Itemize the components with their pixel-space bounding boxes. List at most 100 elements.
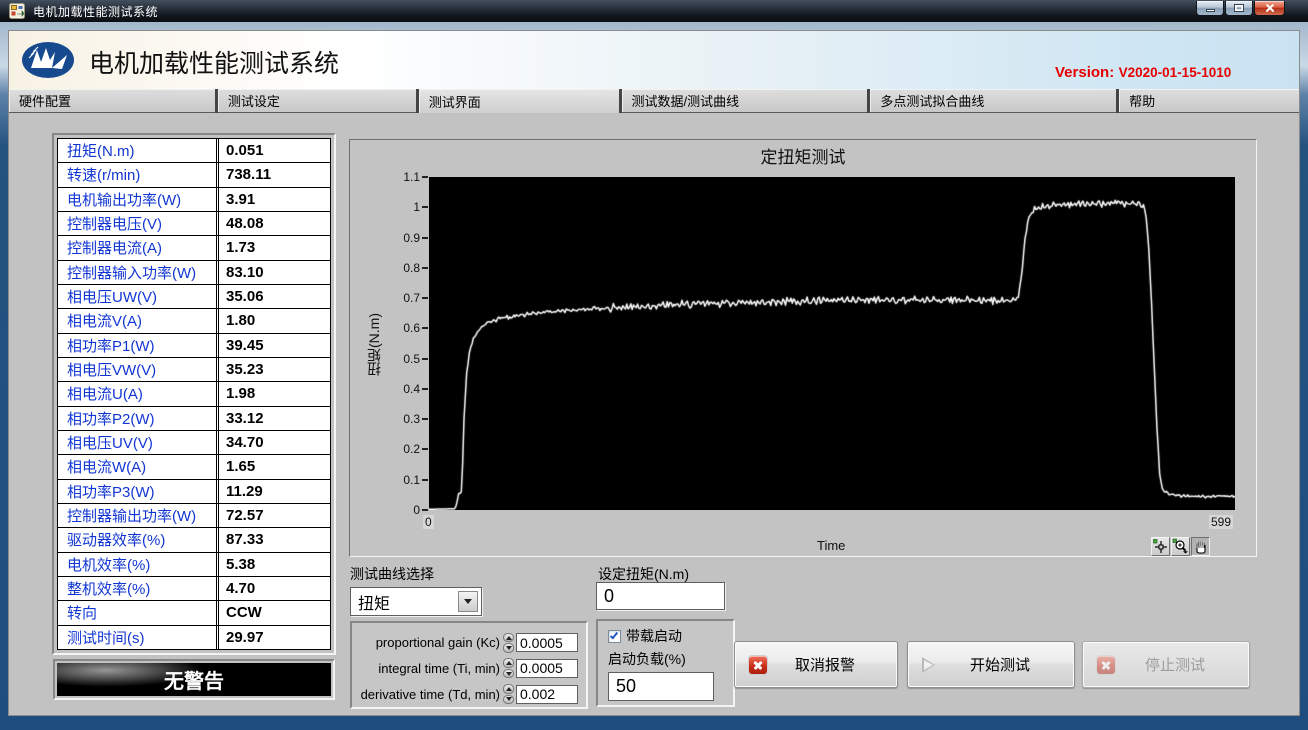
cursor-tool-button[interactable] xyxy=(1151,537,1170,556)
table-row: 相电流V(A)1.80 xyxy=(58,309,330,333)
table-row: 电机效率(%)5.38 xyxy=(58,553,330,577)
y-tick-label: 0.5 xyxy=(378,352,420,366)
graph-tool-palette xyxy=(1151,537,1210,556)
cursor-tool-icon xyxy=(1152,538,1169,555)
readout-value: 0.051 xyxy=(216,139,330,162)
y-tick-label: 0.7 xyxy=(378,291,420,305)
pan-tool-button[interactable] xyxy=(1191,537,1210,556)
checkmark-icon xyxy=(610,630,618,639)
table-row: 测试时间(s)29.97 xyxy=(58,626,330,649)
y-tick-label: 0.8 xyxy=(378,261,420,275)
plot-area[interactable] xyxy=(429,177,1235,510)
tab-0[interactable]: 硬件配置 xyxy=(9,89,215,113)
readout-label: 相功率P3(W) xyxy=(58,480,216,503)
cancel-alarm-button[interactable]: 取消报警 xyxy=(734,641,898,688)
increment-decrement-spinner[interactable] xyxy=(503,658,514,678)
minimize-button[interactable] xyxy=(1196,1,1224,16)
pid-input[interactable]: 0.002 xyxy=(516,685,578,704)
readout-value: 39.45 xyxy=(216,334,330,357)
table-row: 相电流W(A)1.65 xyxy=(58,455,330,479)
pid-label: proportional gain (Kc) xyxy=(376,635,500,650)
readout-value: 72.57 xyxy=(216,504,330,527)
tab-3[interactable]: 测试数据/测试曲线 xyxy=(622,89,868,113)
y-tick-label: 1 xyxy=(378,200,420,214)
tab-5[interactable]: 帮助 xyxy=(1119,89,1299,113)
table-row: 相功率P2(W)33.12 xyxy=(58,407,330,431)
readout-label: 转速(r/min) xyxy=(58,163,216,186)
readout-label: 相电压VW(V) xyxy=(58,358,216,381)
spin-down-icon[interactable] xyxy=(503,695,514,705)
pid-input[interactable]: 0.0005 xyxy=(516,633,578,652)
tab-1[interactable]: 测试设定 xyxy=(218,89,416,113)
y-tick-label: 0.6 xyxy=(378,321,420,335)
increment-decrement-spinner[interactable] xyxy=(503,684,514,704)
readout-value: 1.98 xyxy=(216,382,330,405)
readout-value: 87.33 xyxy=(216,528,330,551)
zoom-tool-button[interactable] xyxy=(1171,537,1190,556)
x-tick-label: 599 xyxy=(1209,515,1233,529)
spin-up-icon[interactable] xyxy=(503,633,514,643)
readout-value: 1.80 xyxy=(216,309,330,332)
table-row: 控制器电流(A)1.73 xyxy=(58,236,330,260)
readout-value: 3.91 xyxy=(216,188,330,211)
y-tick-mark xyxy=(422,327,428,329)
readout-value: 11.29 xyxy=(216,480,330,503)
y-tick-mark xyxy=(422,267,428,269)
alarm-indicator: 无警告 xyxy=(57,663,331,696)
load-start-label: 带载启动 xyxy=(626,626,682,646)
maximize-button[interactable] xyxy=(1225,1,1253,16)
startup-load-label: 启动负载(%) xyxy=(608,649,733,669)
increment-decrement-spinner[interactable] xyxy=(503,633,514,653)
table-row: 控制器输出功率(W)72.57 xyxy=(58,504,330,528)
close-button[interactable] xyxy=(1254,1,1285,16)
readout-value: 35.06 xyxy=(216,285,330,308)
table-row: 相功率P3(W)11.29 xyxy=(58,480,330,504)
torque-chart: 定扭矩测试 扭矩(N.m) Time xyxy=(349,139,1257,557)
y-tick-mark xyxy=(422,358,428,360)
tab-4[interactable]: 多点测试拟合曲线 xyxy=(870,89,1116,113)
spin-down-icon[interactable] xyxy=(503,669,514,679)
dropdown-button[interactable] xyxy=(458,591,478,612)
pid-row: derivative time (Td, min)0.002 xyxy=(352,683,578,705)
readout-label: 相电压UW(V) xyxy=(58,285,216,308)
readout-value: 35.23 xyxy=(216,358,330,381)
app-header: 电机加载性能测试系统 Version: V2020-01-15-1010 xyxy=(9,31,1299,89)
table-row: 电机输出功率(W)3.91 xyxy=(58,188,330,212)
y-tick-label: 0.4 xyxy=(378,382,420,396)
button-label: 取消报警 xyxy=(735,642,897,687)
curve-selector-dropdown[interactable]: 扭矩 xyxy=(350,587,482,616)
set-torque-input[interactable]: 0 xyxy=(596,582,725,610)
pid-row: integral time (Ti, min) 0.0005 xyxy=(352,657,578,679)
version-text: Version: V2020-01-15-1010 xyxy=(1055,64,1231,82)
spin-up-icon[interactable] xyxy=(503,684,514,694)
readout-label: 相电流V(A) xyxy=(58,309,216,332)
start-test-button[interactable]: 开始测试 xyxy=(907,641,1075,688)
load-start-checkbox[interactable] xyxy=(608,630,621,643)
alarm-indicator-frame: 无警告 xyxy=(53,659,335,700)
spin-up-icon[interactable] xyxy=(503,658,514,668)
startup-load-input[interactable]: 50 xyxy=(608,672,714,701)
y-tick-mark xyxy=(422,388,428,390)
readout-value: 5.38 xyxy=(216,553,330,576)
pid-input[interactable]: 0.0005 xyxy=(516,659,578,678)
readout-label: 扭矩(N.m) xyxy=(58,139,216,162)
readout-value: 738.11 xyxy=(216,163,330,186)
pid-label: integral time (Ti, min) xyxy=(378,661,500,676)
readout-table-frame: 扭矩(N.m)0.051转速(r/min)738.11电机输出功率(W)3.91… xyxy=(52,133,336,655)
startup-cluster: 带载启动 启动负载(%) 50 xyxy=(596,619,735,707)
curve-selector-value: 扭矩 xyxy=(351,590,458,614)
y-tick-label: 0.3 xyxy=(378,412,420,426)
spin-down-icon[interactable] xyxy=(503,643,514,653)
y-tick-mark xyxy=(422,237,428,239)
stop-test-button[interactable]: 停止测试 xyxy=(1082,641,1250,688)
y-tick-mark xyxy=(422,176,428,178)
y-tick-label: 0 xyxy=(378,503,420,517)
readout-label: 整机效率(%) xyxy=(58,577,216,600)
x-tick-label: 0 xyxy=(423,515,434,529)
readout-label: 相电压UV(V) xyxy=(58,431,216,454)
tab-2[interactable]: 测试界面 xyxy=(419,89,619,113)
curve-selector-label: 测试曲线选择 xyxy=(350,564,434,584)
readout-value: 34.70 xyxy=(216,431,330,454)
y-tick-mark xyxy=(422,297,428,299)
pan-hand-icon xyxy=(1192,538,1209,555)
